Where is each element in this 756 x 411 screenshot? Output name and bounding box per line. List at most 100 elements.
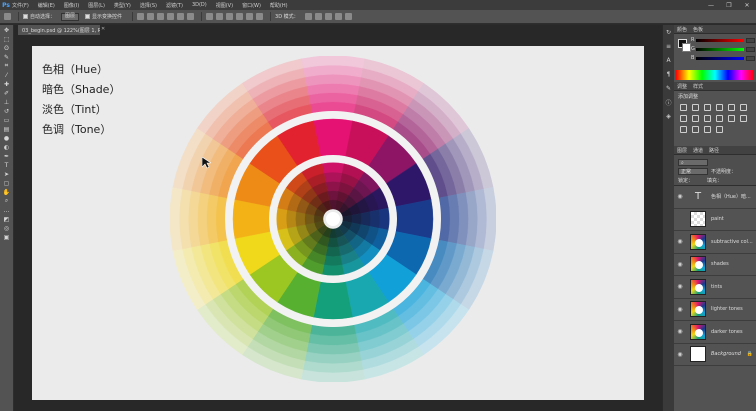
auto-select-option[interactable]: 自动选择： xyxy=(23,13,55,20)
layer-filter-dropdown[interactable]: ⌕ xyxy=(678,158,708,166)
gradient-map-icon[interactable] xyxy=(704,126,711,133)
slider-g-value[interactable] xyxy=(746,47,755,52)
pen-tool-icon[interactable]: ✒ xyxy=(2,152,11,160)
blur-tool-icon[interactable]: ● xyxy=(2,134,11,142)
color-balance-icon[interactable] xyxy=(680,115,687,122)
slider-b-value[interactable] xyxy=(746,56,755,61)
more-tools-icon[interactable]: … xyxy=(2,206,11,214)
background-color-swatch[interactable] xyxy=(682,43,691,52)
brush-presets-icon[interactable]: ✎ xyxy=(665,84,673,92)
tab-styles[interactable]: 样式 xyxy=(693,83,703,90)
auto-select-checkbox[interactable] xyxy=(23,14,28,19)
tab-layers[interactable]: 图层 xyxy=(677,147,687,154)
visibility-eye-icon[interactable]: ◉ xyxy=(676,261,684,268)
3d-scale-icon[interactable] xyxy=(344,13,352,20)
menu-file[interactable]: 文件(F) xyxy=(12,2,29,9)
color-swatches-icon[interactable]: ◩ xyxy=(2,215,11,223)
shape-tool-icon[interactable]: ▢ xyxy=(2,179,11,187)
character-icon[interactable]: A xyxy=(665,56,673,64)
slider-r-value[interactable] xyxy=(746,38,755,43)
invert-icon[interactable] xyxy=(740,115,747,122)
align-top-icon[interactable] xyxy=(137,13,145,20)
menu-view[interactable]: 视图(V) xyxy=(216,2,233,9)
slider-b[interactable] xyxy=(696,57,744,60)
path-select-tool-icon[interactable]: ➤ xyxy=(2,170,11,178)
type-tool-icon[interactable]: T xyxy=(2,161,11,169)
align-center-icon[interactable] xyxy=(177,13,185,20)
distribute-middle-icon[interactable] xyxy=(216,13,224,20)
align-right-icon[interactable] xyxy=(187,13,195,20)
tab-paths[interactable]: 路径 xyxy=(709,147,719,154)
move-tool-icon[interactable]: ✥ xyxy=(2,26,11,34)
exposure-icon[interactable] xyxy=(716,104,723,111)
auto-select-dropdown[interactable]: 图层 xyxy=(61,12,80,21)
brightness-contrast-icon[interactable] xyxy=(680,104,687,111)
visibility-eye-icon[interactable]: ◉ xyxy=(676,193,684,200)
quick-select-tool-icon[interactable]: ✎ xyxy=(2,53,11,61)
menu-3d[interactable]: 3D(D) xyxy=(192,2,207,8)
align-left-icon[interactable] xyxy=(167,13,175,20)
blend-mode-dropdown[interactable]: 正常 xyxy=(678,167,708,175)
history-brush-tool-icon[interactable]: ↺ xyxy=(2,107,11,115)
lasso-tool-icon[interactable]: ʘ xyxy=(2,44,11,52)
menu-window[interactable]: 窗口(W) xyxy=(242,2,261,9)
zoom-tool-icon[interactable]: ⌕ xyxy=(2,197,11,205)
threshold-icon[interactable] xyxy=(692,126,699,133)
dodge-tool-icon[interactable]: ◐ xyxy=(2,143,11,151)
layer-row[interactable]: ◉ shades xyxy=(674,254,756,276)
visibility-eye-icon[interactable]: ◉ xyxy=(676,328,684,335)
close-button[interactable]: ✕ xyxy=(738,0,756,10)
black-white-icon[interactable] xyxy=(692,115,699,122)
tab-adjustments[interactable]: 调整 xyxy=(677,83,687,90)
eyedropper-tool-icon[interactable]: ⁄ xyxy=(2,71,11,79)
clone-stamp-tool-icon[interactable]: ⊥ xyxy=(2,98,11,106)
move-tool-icon[interactable] xyxy=(4,13,11,20)
tab-channels[interactable]: 通道 xyxy=(693,147,703,154)
visibility-eye-icon[interactable]: ◉ xyxy=(676,238,684,245)
layer-row[interactable]: paint xyxy=(674,209,756,231)
eraser-tool-icon[interactable]: ▭ xyxy=(2,116,11,124)
menu-layer[interactable]: 图层(L) xyxy=(88,2,105,9)
info-icon[interactable]: ⓘ xyxy=(665,98,673,107)
hand-tool-icon[interactable]: ✋ xyxy=(2,188,11,196)
3d-icon[interactable]: ◈ xyxy=(665,112,673,120)
layer-row[interactable]: ◉ Background 🔒 xyxy=(674,344,756,366)
properties-icon[interactable]: ≡ xyxy=(665,42,673,50)
color-spectrum-bar[interactable] xyxy=(676,70,754,80)
3d-roll-icon[interactable] xyxy=(314,13,322,20)
quick-mask-icon[interactable]: ◎ xyxy=(2,224,11,232)
hue-saturation-icon[interactable] xyxy=(740,104,747,111)
menu-edit[interactable]: 编辑(E) xyxy=(38,2,55,9)
align-middle-icon[interactable] xyxy=(147,13,155,20)
layer-row[interactable]: ◉ lighter tones xyxy=(674,299,756,321)
3d-slide-icon[interactable] xyxy=(334,13,342,20)
gradient-tool-icon[interactable]: ▤ xyxy=(2,125,11,133)
maximize-button[interactable]: ❐ xyxy=(720,0,738,10)
visibility-eye-icon[interactable]: ◉ xyxy=(676,283,684,290)
marquee-tool-icon[interactable]: ⬚ xyxy=(2,35,11,43)
crop-tool-icon[interactable]: ⌗ xyxy=(2,62,11,70)
visibility-eye-icon[interactable]: ◉ xyxy=(676,306,684,313)
tab-swatches[interactable]: 色板 xyxy=(693,26,703,33)
minimize-button[interactable]: — xyxy=(702,0,720,10)
3d-pan-icon[interactable] xyxy=(324,13,332,20)
slider-g[interactable] xyxy=(696,48,744,51)
layer-row[interactable]: ◉ subtractive col... xyxy=(674,231,756,254)
distribute-top-icon[interactable] xyxy=(206,13,214,20)
menu-filter[interactable]: 滤镜(T) xyxy=(166,2,183,9)
slider-r[interactable] xyxy=(696,39,744,42)
color-lookup-icon[interactable] xyxy=(728,115,735,122)
distribute-bottom-icon[interactable] xyxy=(226,13,234,20)
posterize-icon[interactable] xyxy=(680,126,687,133)
show-transform-checkbox[interactable] xyxy=(85,14,91,19)
selective-color-icon[interactable] xyxy=(716,126,723,133)
curves-icon[interactable] xyxy=(704,104,711,111)
levels-icon[interactable] xyxy=(692,104,699,111)
paragraph-icon[interactable]: ¶ xyxy=(665,70,673,78)
menu-select[interactable]: 选择(S) xyxy=(140,2,157,9)
tab-color[interactable]: 颜色 xyxy=(677,26,687,33)
align-bottom-icon[interactable] xyxy=(157,13,165,20)
distribute-center-icon[interactable] xyxy=(246,13,254,20)
distribute-left-icon[interactable] xyxy=(236,13,244,20)
visibility-eye-icon[interactable]: ◉ xyxy=(676,351,684,358)
